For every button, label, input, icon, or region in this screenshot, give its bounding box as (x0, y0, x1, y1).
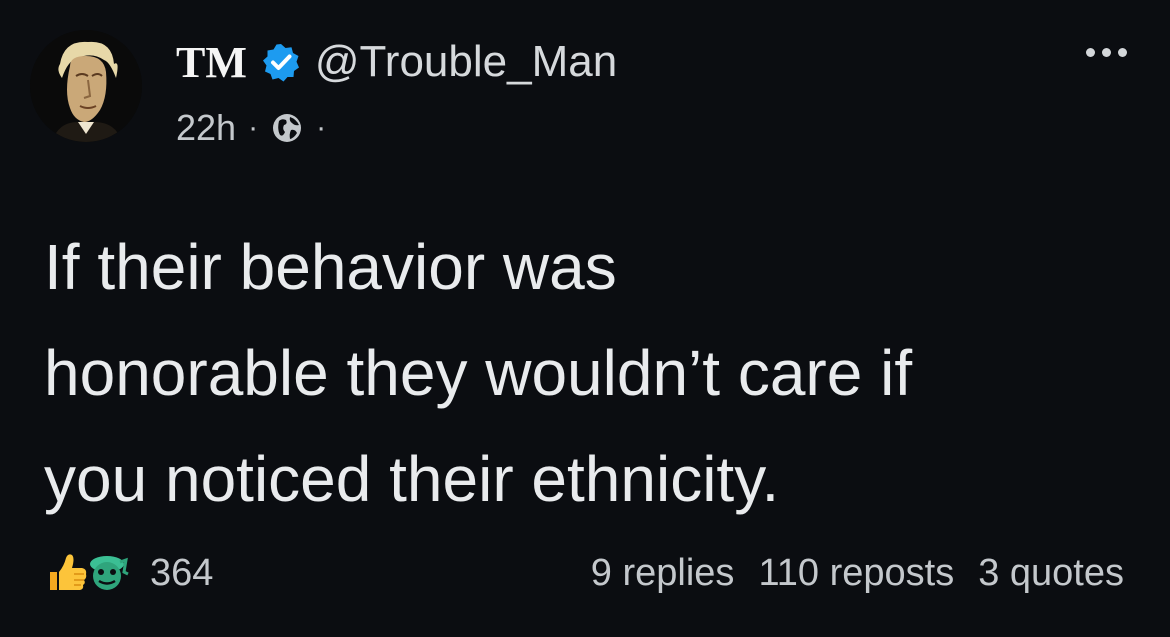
user-handle[interactable]: @Trouble_Man (315, 37, 617, 87)
display-name[interactable]: TM (176, 37, 247, 88)
reposts-count[interactable]: 110 reposts (758, 552, 954, 595)
post-header: TM @Trouble_Man (176, 36, 617, 88)
quotes-count[interactable]: 3 quotes (978, 552, 1124, 595)
meta-separator-trailing: · (316, 111, 327, 144)
globe-icon (270, 111, 304, 145)
more-dot (1102, 48, 1111, 57)
verified-badge-icon (261, 42, 301, 82)
avatar[interactable] (30, 30, 142, 142)
replies-count[interactable]: 9 replies (591, 552, 735, 595)
more-options-icon[interactable] (1086, 48, 1127, 57)
meta-separator: · (248, 111, 259, 144)
green-face-emoji-icon (90, 556, 129, 590)
reactions[interactable]: 364 (44, 548, 213, 598)
post-card: TM @Trouble_Man 22h · · If their behavio… (0, 0, 1170, 637)
portrait-avatar (30, 30, 142, 142)
post-text-line: honorable they wouldn’t care if (44, 337, 913, 409)
post-stats: 9 replies 110 reposts 3 quotes (591, 548, 1124, 598)
reaction-count: 364 (150, 551, 214, 594)
post-text-line: If their behavior was (44, 231, 617, 303)
post-text-line: you noticed their ethnicity. (44, 443, 780, 515)
post-text: If their behavior was honorable they wou… (44, 214, 1154, 532)
post-meta: 22h · · (176, 105, 338, 151)
timestamp[interactable]: 22h (176, 107, 236, 149)
more-dot (1086, 48, 1095, 57)
more-dot (1118, 48, 1127, 57)
